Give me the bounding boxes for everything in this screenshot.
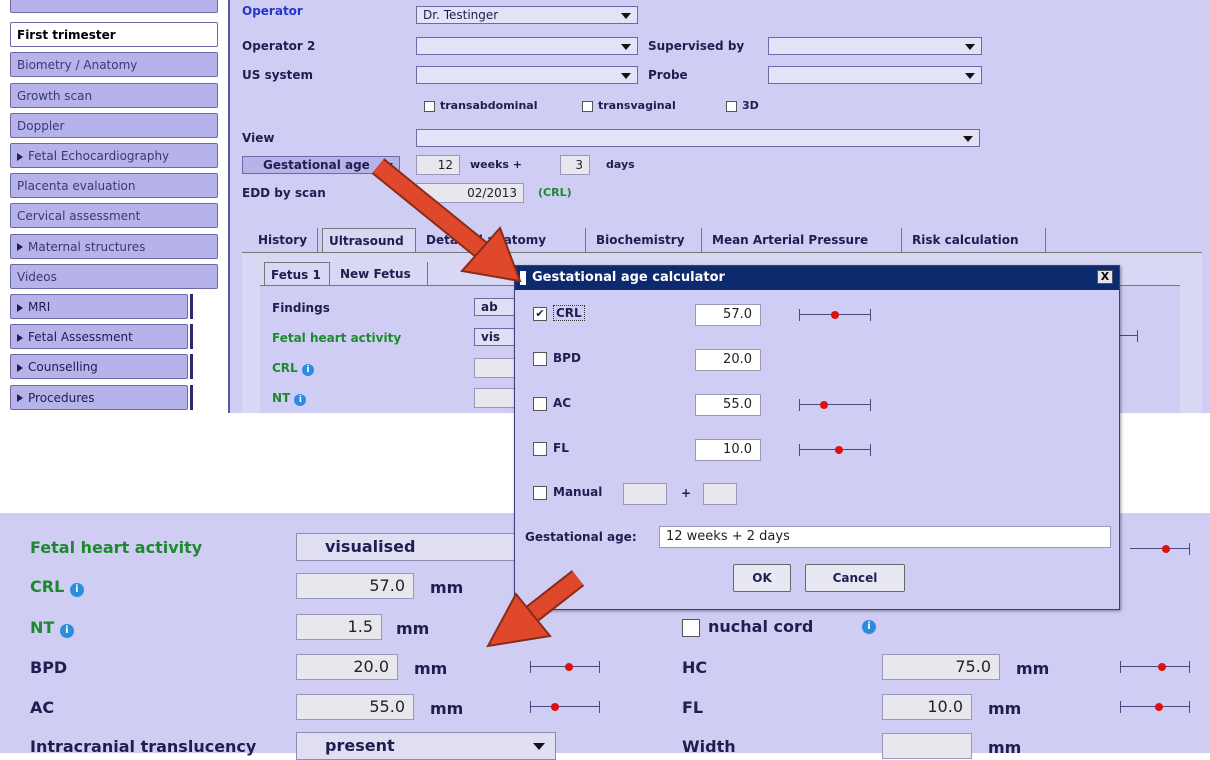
arrow-to-fields xyxy=(486,570,585,648)
annotation-arrows xyxy=(371,158,585,648)
arrow-to-dialog xyxy=(371,158,522,283)
